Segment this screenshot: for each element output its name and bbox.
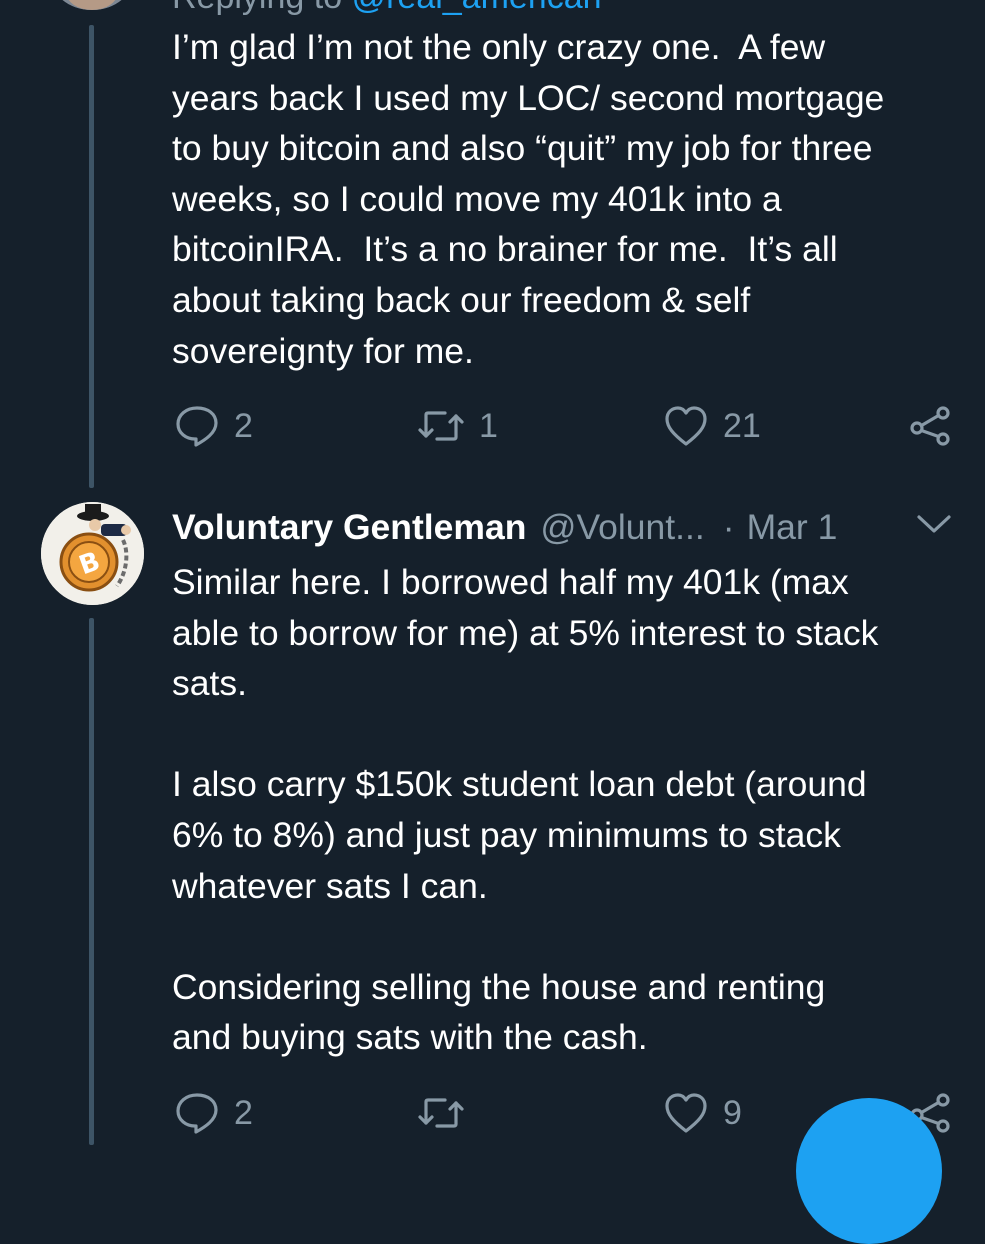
reply-count: 2 — [234, 1093, 253, 1132]
retweet-count: 1 — [479, 406, 498, 445]
tweet-header: Voluntary Gentleman @Volunt... · Mar 1 — [172, 504, 837, 550]
reply-button[interactable]: 2 — [174, 1090, 253, 1136]
more-options-button[interactable] — [914, 506, 954, 545]
like-button[interactable]: 21 — [663, 403, 761, 449]
retweet-button[interactable]: 1 — [417, 403, 498, 449]
heart-icon — [663, 1090, 709, 1136]
heart-icon — [663, 403, 709, 449]
compose-fab[interactable] — [796, 1098, 942, 1244]
tweet-text: Similar here. I borrowed half my 401k (m… — [172, 562, 879, 1058]
author-name[interactable]: Voluntary Gentleman — [172, 507, 526, 548]
reply-button[interactable]: 2 — [174, 403, 253, 449]
reply-icon — [174, 403, 220, 449]
chevron-down-icon — [914, 515, 954, 544]
share-button[interactable] — [908, 403, 954, 449]
replying-to-label: Replying to @real_american — [172, 0, 602, 17]
like-count: 9 — [723, 1093, 742, 1132]
retweet-icon — [417, 1090, 465, 1136]
thread-line-bottom — [89, 618, 94, 1145]
share-icon — [908, 403, 954, 449]
previous-avatar[interactable] — [50, 0, 134, 10]
header-separator: · — [722, 506, 735, 547]
tweet-date[interactable]: Mar 1 — [747, 507, 838, 548]
tweet-text: I’m glad I’m not the only crazy one. A f… — [172, 27, 885, 371]
reply-icon — [174, 1090, 220, 1136]
avatar[interactable]: B — [41, 502, 144, 605]
reply-count: 2 — [234, 406, 253, 445]
like-button[interactable]: 9 — [663, 1090, 742, 1136]
retweet-icon — [417, 403, 465, 449]
retweet-button[interactable] — [417, 1090, 479, 1136]
replying-to-handle[interactable]: @real_american — [352, 0, 602, 16]
replying-to-prefix: Replying to — [172, 0, 342, 16]
thread-line-top — [89, 25, 94, 488]
like-count: 21 — [723, 406, 761, 445]
author-handle[interactable]: @Volunt... — [540, 507, 704, 548]
